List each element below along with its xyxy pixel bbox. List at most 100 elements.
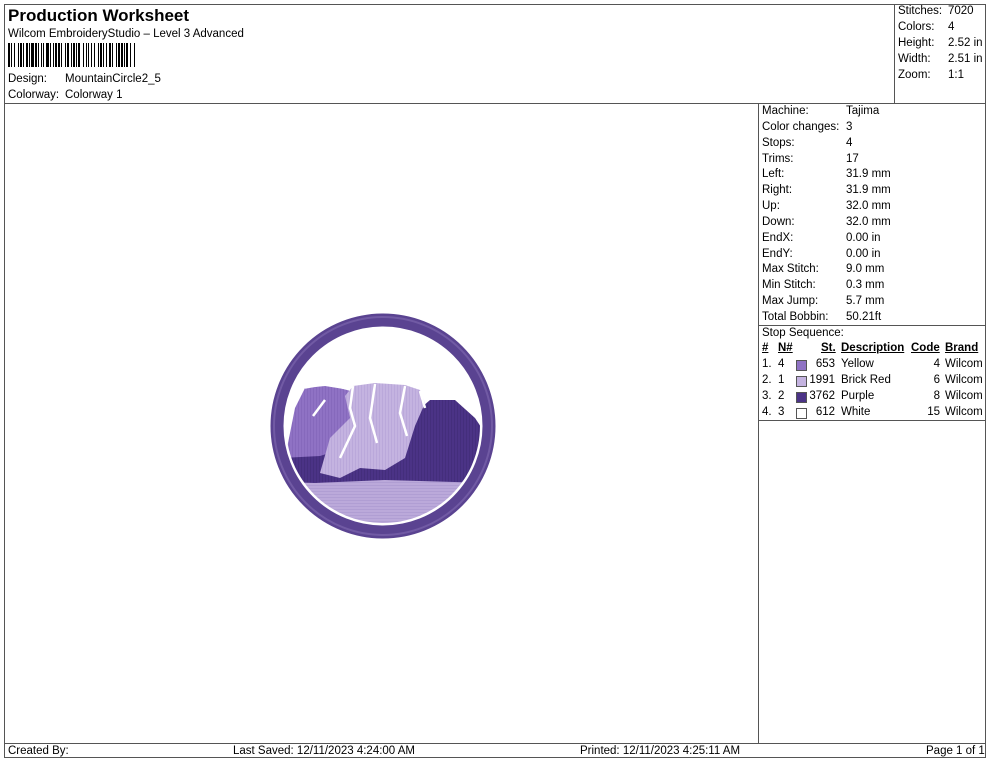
color-swatch	[796, 392, 807, 403]
seq-row-code: 15	[927, 406, 940, 418]
info-label: Trims:	[762, 153, 794, 165]
info-value: 32.0 mm	[846, 200, 891, 212]
info-value: 32.0 mm	[846, 216, 891, 228]
barcode-bar	[14, 43, 15, 67]
design-scene	[286, 329, 480, 523]
colorway-label: Colorway:	[8, 89, 60, 101]
barcode-bar	[41, 43, 42, 67]
barcode-bar	[71, 43, 72, 67]
color-swatch	[796, 376, 807, 387]
stop-seq-bottom-divider	[758, 420, 986, 421]
barcode-bar	[18, 43, 19, 67]
seq-header-st: St.	[821, 342, 836, 354]
barcode-bar	[116, 43, 117, 67]
barcode-bar	[134, 43, 135, 67]
seq-row-code: 4	[933, 358, 940, 370]
barcode-bar	[43, 43, 44, 67]
barcode-bar	[38, 43, 39, 67]
info-value: 50.21ft	[846, 311, 882, 323]
barcode-bar	[29, 43, 30, 67]
barcode-bar	[83, 43, 84, 67]
info-panel-divider	[758, 103, 759, 744]
seq-row-code: 8	[933, 390, 940, 402]
info-value: 0.00 in	[846, 232, 881, 244]
info-label: EndX:	[762, 232, 794, 244]
summary-label: Height:	[898, 37, 935, 49]
seq-row-code: 6	[933, 374, 940, 386]
info-value: 3	[846, 121, 853, 133]
seq-header-n: N#	[778, 342, 793, 354]
seq-row-description: Purple	[841, 390, 875, 402]
barcode-bar	[73, 43, 75, 67]
design-value: MountainCircle2_5	[65, 73, 161, 85]
design-preview	[270, 313, 496, 539]
colorway-value: Colorway 1	[65, 89, 123, 101]
info-label: Max Jump:	[762, 295, 819, 307]
barcode-bar	[126, 43, 128, 67]
footer-last-saved: Last Saved: 12/11/2023 4:24:00 AM	[233, 745, 416, 757]
barcode-bar	[61, 43, 62, 67]
barcode-bar	[106, 43, 107, 67]
barcode-bar	[98, 43, 99, 67]
barcode-bar	[26, 43, 28, 67]
info-label: EndY:	[762, 248, 793, 260]
barcode-bar	[78, 43, 80, 67]
summary-value: 2.51 in	[948, 53, 983, 65]
color-swatch	[796, 360, 807, 371]
barcode-bar	[86, 43, 87, 67]
seq-row-n: 1	[778, 374, 785, 386]
seq-row-description: White	[841, 406, 871, 418]
summary-value: 2.52 in	[948, 37, 983, 49]
design-label: Design:	[8, 73, 47, 85]
software-name: Wilcom EmbroideryStudio – Level 3 Advanc…	[8, 28, 244, 40]
summary-label: Zoom:	[898, 69, 931, 81]
barcode-bar	[94, 43, 95, 67]
seq-row-num: 2.	[762, 374, 772, 386]
seq-header-num: #	[762, 342, 769, 354]
info-value: 5.7 mm	[846, 295, 885, 307]
seq-row-brand: Wilcom	[945, 374, 983, 386]
info-value: 9.0 mm	[846, 263, 885, 275]
barcode-bar	[121, 43, 123, 67]
seq-row-brand: Wilcom	[945, 390, 983, 402]
info-value: 4	[846, 137, 853, 149]
barcode-bar	[50, 43, 51, 67]
barcode-bar	[124, 43, 125, 67]
barcode-bar	[118, 43, 120, 67]
info-value: Tajima	[846, 105, 880, 117]
info-value: 31.9 mm	[846, 184, 891, 196]
seq-row-stitches: 612	[815, 406, 835, 418]
color-swatch	[796, 408, 807, 419]
barcode-bar	[35, 43, 37, 67]
barcode-bar	[76, 43, 77, 67]
footer-page: Page 1 of 1	[926, 745, 985, 757]
barcode-bar	[20, 43, 22, 67]
stop-seq-top-divider	[758, 325, 986, 326]
info-label: Down:	[762, 216, 795, 228]
seq-row-num: 4.	[762, 406, 772, 418]
seq-row-stitches: 653	[815, 358, 835, 370]
info-label: Min Stitch:	[762, 279, 816, 291]
barcode-bar	[11, 43, 12, 67]
barcode-bar	[100, 43, 102, 67]
barcode-bar	[46, 43, 49, 67]
seq-row-n: 2	[778, 390, 785, 402]
seq-row-stitches: 3762	[809, 390, 835, 402]
seq-row-n: 4	[778, 358, 785, 370]
seq-row-brand: Wilcom	[945, 406, 983, 418]
seq-row-num: 3.	[762, 390, 772, 402]
seq-row-n: 3	[778, 406, 785, 418]
barcode-bar	[31, 43, 34, 67]
summary-value: 1:1	[948, 69, 964, 81]
barcode-bar	[55, 43, 57, 67]
barcode-bar	[91, 43, 92, 67]
seq-row-num: 1.	[762, 358, 772, 370]
summary-label: Stitches:	[898, 5, 943, 17]
barcode-bar	[88, 43, 89, 67]
info-label: Machine:	[762, 105, 809, 117]
barcode-bar	[109, 43, 111, 67]
barcode-bar	[67, 43, 69, 67]
barcode-bar	[65, 43, 66, 67]
footer-divider	[4, 743, 986, 744]
barcode-bar	[8, 43, 10, 67]
